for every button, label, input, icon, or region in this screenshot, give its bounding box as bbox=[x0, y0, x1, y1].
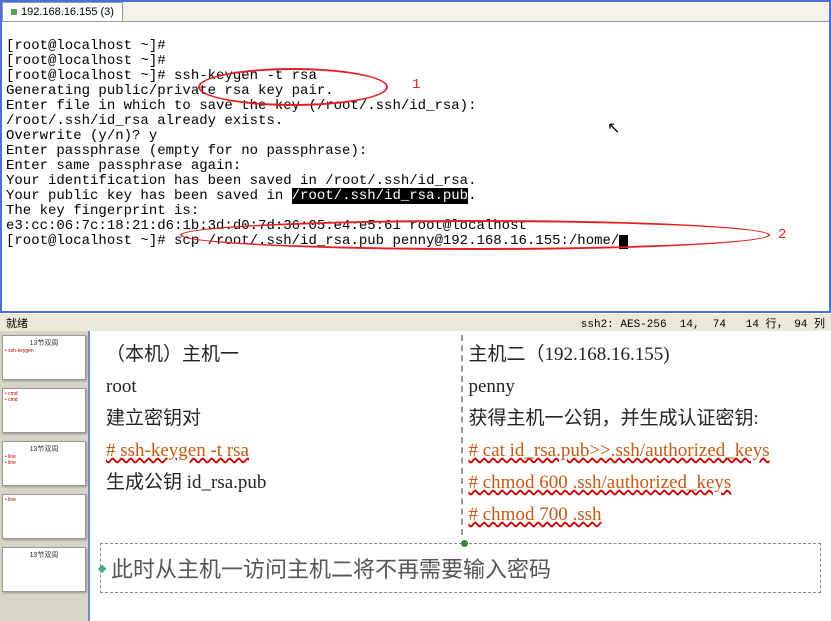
term-cmd: ssh-keygen -t rsa bbox=[174, 68, 317, 84]
host2-cmd2: # chmod 600 .ssh/authorized_keys bbox=[469, 472, 732, 493]
term-line: [root@localhost ~]# scp /root/.ssh/id_rs… bbox=[6, 233, 619, 249]
host1-title: （本机）主机一 bbox=[106, 339, 455, 371]
host2-cmd1: # cat id_rsa.pub>>.ssh/authorized_keys bbox=[469, 440, 770, 461]
host1-step1: 建立密钥对 bbox=[106, 403, 455, 435]
slide-caption-box[interactable]: 此时从主机一访问主机二将不再需要输入密码 bbox=[100, 543, 821, 593]
slide-caption-text: 此时从主机一访问主机二将不再需要输入密码 bbox=[111, 557, 551, 582]
term-highlight: /root/.ssh/id_rsa.pub bbox=[292, 188, 468, 204]
slide-thumb[interactable]: • cmd• cmd bbox=[2, 388, 86, 433]
host2-user: penny bbox=[469, 371, 816, 403]
term-line: /root/.ssh/id_rsa already exists. bbox=[6, 113, 283, 129]
terminal-cursor bbox=[619, 235, 628, 249]
host1-step2: 生成公钥 id_rsa.pub bbox=[106, 467, 455, 499]
status-bar: 就绪 ssh2: AES-256 14, 74 14 行， 94 列 bbox=[0, 313, 831, 331]
slide-thumb[interactable]: 13节双周 • ssh-keygen bbox=[2, 335, 86, 380]
term-line: e3:cc:06:7c:18:21:d6:1b:3d:d0:7d:36:05:e… bbox=[6, 218, 527, 234]
host2-title: 主机二（192.168.16.155) bbox=[469, 339, 816, 371]
slide-thumb[interactable]: 13节双周 • line• line bbox=[2, 441, 86, 486]
mouse-cursor-icon: ↖ bbox=[607, 122, 620, 137]
status-ready: 就绪 bbox=[6, 315, 28, 331]
host2-cmd3: # chmod 700 .ssh bbox=[469, 504, 602, 525]
term-line: Enter file in which to save the key (/ro… bbox=[6, 98, 476, 114]
term-line: [root@localhost ~]# bbox=[6, 68, 174, 84]
term-line: The key fingerprint is: bbox=[6, 203, 199, 219]
term-line: Enter passphrase (empty for no passphras… bbox=[6, 143, 367, 159]
term-line: Enter same passphrase again: bbox=[6, 158, 241, 174]
status-connection: ssh2: AES-256 14, 74 14 行， 94 列 bbox=[581, 315, 825, 331]
term-line: Your public key has been saved in bbox=[6, 188, 292, 204]
terminal-tab[interactable]: 192.168.16.155 (3) bbox=[2, 2, 123, 21]
slide-col-right: 主机二（192.168.16.155) penny 获得主机一公钥，并生成认证密… bbox=[461, 335, 822, 535]
slide-thumb[interactable]: 13节双周 bbox=[2, 547, 86, 592]
host2-step1: 获得主机一公钥，并生成认证密钥: bbox=[469, 403, 816, 435]
tab-bar: 192.168.16.155 (3) bbox=[2, 2, 829, 22]
term-line: [root@localhost ~]# bbox=[6, 38, 166, 54]
slide-col-left: （本机）主机一 root 建立密钥对 # ssh-keygen -t rsa 生… bbox=[100, 335, 461, 535]
term-line: . bbox=[468, 188, 476, 204]
slide-two-column: （本机）主机一 root 建立密钥对 # ssh-keygen -t rsa 生… bbox=[100, 335, 821, 535]
term-line: Overwrite (y/n)? y bbox=[6, 128, 157, 144]
slide-thumb[interactable]: • line bbox=[2, 494, 86, 539]
terminal-output[interactable]: [root@localhost ~]# [root@localhost ~]# … bbox=[2, 22, 829, 311]
term-line: [root@localhost ~]# bbox=[6, 53, 166, 69]
annotation-label-1: 1 bbox=[412, 78, 420, 93]
tab-title: 192.168.16.155 (3) bbox=[21, 6, 114, 18]
host1-cmd1: # ssh-keygen -t rsa bbox=[106, 440, 249, 461]
text-anchor-icon bbox=[98, 565, 106, 573]
slide-content[interactable]: （本机）主机一 root 建立密钥对 # ssh-keygen -t rsa 生… bbox=[90, 331, 831, 621]
annotation-label-2: 2 bbox=[778, 227, 786, 243]
slide-thumbnails[interactable]: 13节双周 • ssh-keygen • cmd• cmd 13节双周 • li… bbox=[0, 331, 90, 621]
terminal-window: 192.168.16.155 (3) [root@localhost ~]# [… bbox=[0, 0, 831, 313]
tab-status-dot bbox=[11, 9, 17, 15]
resize-handle-icon[interactable] bbox=[461, 540, 468, 547]
host1-user: root bbox=[106, 371, 455, 403]
presentation-area: 13节双周 • ssh-keygen • cmd• cmd 13节双周 • li… bbox=[0, 331, 831, 621]
term-line: Your identification has been saved in /r… bbox=[6, 173, 476, 189]
term-line: Generating public/private rsa key pair. bbox=[6, 83, 334, 99]
